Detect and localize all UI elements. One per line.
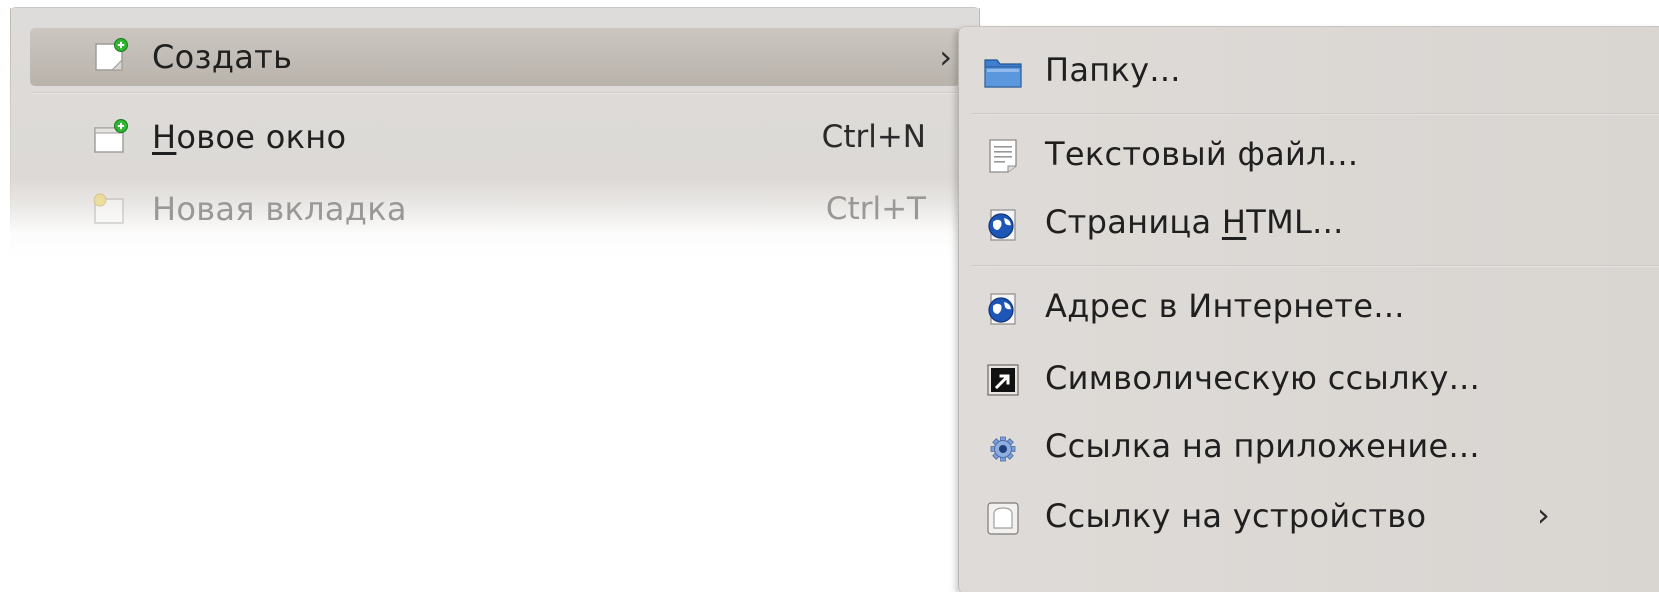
html-globe-icon [988,209,1016,241]
shortcut-ctrl-n: Ctrl+N [821,119,926,155]
folder-icon [984,59,1022,88]
menu-edge-left [10,8,11,228]
menu-item-new-window[interactable]: Новое окно Ctrl+N [30,108,960,166]
device-icon [987,502,1019,535]
symlink-icon [987,364,1019,396]
menu-item-new-tab[interactable]: Новая вкладка Ctrl+T [30,180,960,238]
submenu-item-symlink[interactable]: Символическую ссылку... [959,347,1659,413]
globe-icon [988,293,1016,325]
submenu-item-internet-address-label: Адрес в Интернете... [1045,287,1405,325]
submenu-item-device-link[interactable]: Ссылку на устройство › [959,485,1659,551]
menu-item-create[interactable]: Создать › [30,28,960,86]
submenu-arrow-icon: › [1537,496,1550,534]
screen: Создать › Новое окно Ctrl+N Новая вкладк… [0,0,1659,592]
menu-separator [32,92,960,94]
label-rest: овое окно [176,118,347,156]
submenu-item-text-file[interactable]: Текстовый файл... [959,123,1659,189]
submenu-item-html-page[interactable]: Страница HTML... [959,191,1659,257]
submenu-item-internet-address[interactable]: Адрес в Интернете... [959,275,1659,341]
new-window-icon [94,119,128,153]
submenu-item-device-link-label: Ссылку на устройство [1045,497,1427,535]
label-rest: TML... [1246,203,1344,241]
submenu-separator [971,113,1659,115]
application-gear-icon [990,436,1016,462]
context-menu: Создать › Новое окно Ctrl+N Новая вкладк… [10,8,980,308]
submenu-item-app-link[interactable]: Ссылка на приложение... [959,415,1659,481]
submenu-arrow-icon: › [939,38,952,76]
accelerator-letter: Н [152,118,177,156]
menu-item-create-label: Создать [152,38,293,76]
submenu-item-html-page-label: Страница HTML... [1045,203,1344,241]
shortcut-ctrl-t: Ctrl+T [825,191,926,227]
menu-item-new-window-label: Новое окно [152,118,346,156]
menu-item-new-tab-label: Новая вкладка [152,190,407,228]
submenu-item-app-link-label: Ссылка на приложение... [1045,427,1480,465]
submenu-item-text-file-label: Текстовый файл... [1045,135,1359,173]
submenu-item-symlink-label: Символическую ссылку... [1045,359,1481,397]
new-tab-icon [93,193,124,224]
accelerator-letter: H [1221,203,1247,241]
text-file-icon [989,139,1017,173]
label-pre: Страница [1045,203,1222,241]
create-submenu: Папку... Текстовый файл... Страница HTML… [958,26,1659,592]
submenu-separator [971,265,1659,267]
submenu-item-folder[interactable]: Папку... [959,39,1659,105]
new-document-icon [95,38,128,71]
submenu-item-folder-label: Папку... [1045,51,1181,89]
